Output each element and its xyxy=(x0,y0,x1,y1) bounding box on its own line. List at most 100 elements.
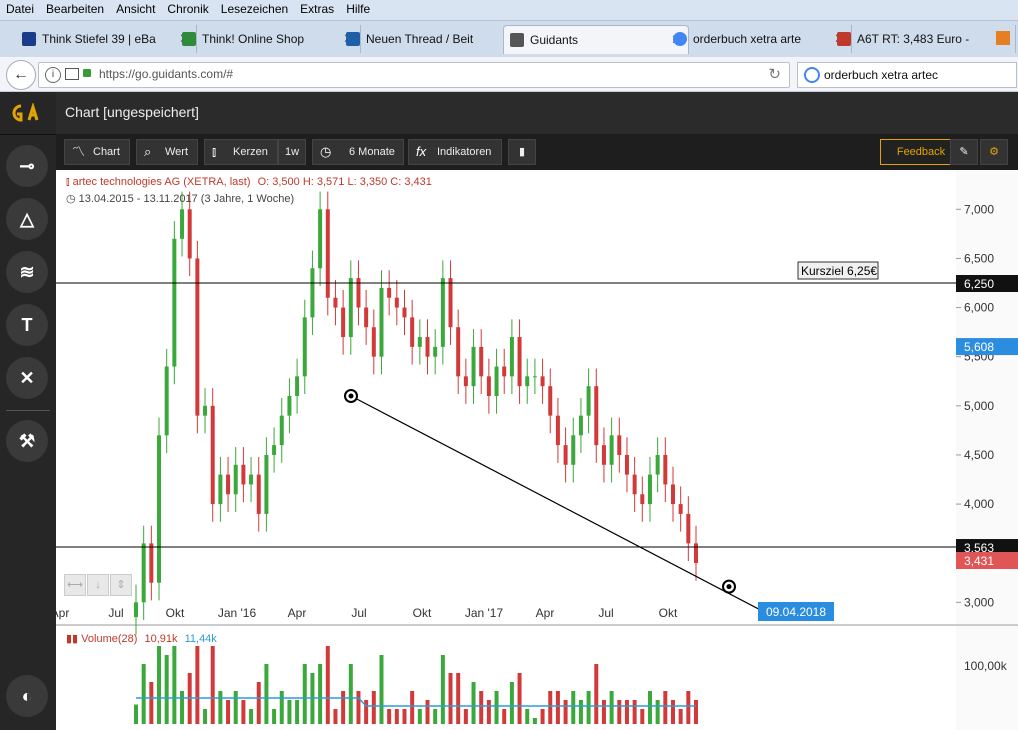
volume-bar xyxy=(348,664,353,724)
candles-button[interactable]: ⫾ Kerzen xyxy=(204,139,278,165)
candle-body xyxy=(655,454,660,475)
indikatoren-label: Indikatoren xyxy=(437,146,492,158)
arrow-left-icon: ← xyxy=(13,66,29,83)
search-wert-button[interactable]: ⌕ Wert xyxy=(136,139,198,165)
search-engine-icon xyxy=(804,67,820,83)
candle-body xyxy=(640,494,645,505)
guidants-favicon-icon xyxy=(510,33,524,47)
back-button[interactable]: ← xyxy=(6,60,36,90)
menu-bearbeiten[interactable]: Bearbeiten xyxy=(40,0,110,16)
y-tick-label: 4,500 xyxy=(964,448,994,462)
indicators-button[interactable]: fx Indikatoren xyxy=(408,139,502,165)
x-tick-label: Okt xyxy=(413,606,432,620)
menu-extras[interactable]: Extras xyxy=(294,0,340,16)
ohlc-values: O: 3,500 H: 3,571 L: 3,350 C: 3,431 xyxy=(257,176,432,188)
bookmark-button[interactable]: ▮ xyxy=(508,139,536,165)
interval-label: 1w xyxy=(284,146,300,158)
theme-toggle-icon[interactable]: ◐ xyxy=(6,675,48,717)
fibonacci-tool-icon[interactable]: ≋ xyxy=(6,251,48,293)
candle-body xyxy=(302,317,307,377)
volume-bar xyxy=(264,664,269,724)
settings-vertical-button[interactable]: ⇕ xyxy=(110,574,132,596)
menu-datei[interactable]: Datei xyxy=(0,0,40,16)
volume-bar xyxy=(640,709,645,724)
volume-bar xyxy=(663,691,668,724)
volume-bar xyxy=(555,691,560,724)
tab-ebay[interactable]: Think Stiefel 39 | eBa ✕ xyxy=(16,25,197,53)
candle-body xyxy=(479,346,484,377)
trend-handle-end-dot xyxy=(726,584,732,590)
x-tick-label: Okt xyxy=(166,606,185,620)
candle-body xyxy=(609,435,614,465)
fit-horizontal-button[interactable]: ⟷ xyxy=(64,574,86,596)
volume-bar xyxy=(180,691,185,724)
tab-guidants[interactable]: Guidants ✕ xyxy=(503,25,689,54)
candle-body xyxy=(694,543,698,564)
tab-think-shop[interactable]: Think! Online Shop ✕ xyxy=(176,25,361,53)
volume-bar xyxy=(494,691,499,724)
volume-icon: ▮▮ xyxy=(66,633,79,645)
guidants-logo-icon[interactable] xyxy=(9,103,45,123)
volume-axis-label: 100,00k xyxy=(964,659,1008,673)
time-range-button[interactable]: ◷ 6 Monate xyxy=(312,139,404,165)
candle-body xyxy=(686,513,691,544)
more-tabs-icon[interactable] xyxy=(996,31,1010,45)
chart-legend-name: ⫾ artec technologies AG (XETRA, last) O:… xyxy=(66,176,432,189)
volume-bar xyxy=(502,709,507,724)
volume-bar xyxy=(540,709,545,724)
candle-body xyxy=(410,317,415,347)
price-chart[interactable]: 7,0006,5006,0005,5005,0004,5004,0003,000… xyxy=(56,170,1018,730)
line-tool-icon[interactable]: ⊸ xyxy=(6,145,48,187)
tab-label: Neuen Thread / Beit xyxy=(366,32,474,46)
tab-finanzen[interactable]: A6T RT: 3,483 Euro - ✕ xyxy=(831,25,1016,53)
price-label-marker: 5,608 xyxy=(964,340,994,354)
widget-header: Chart [ungespeichert] xyxy=(56,92,1018,135)
candle-body xyxy=(187,209,192,259)
price-label-top: 6,250 xyxy=(964,277,994,291)
volume-bar xyxy=(594,664,599,724)
candle-body xyxy=(456,327,461,377)
candle-body xyxy=(325,209,330,298)
volume-bar xyxy=(670,700,675,724)
x-tick-label: Jul xyxy=(108,606,123,620)
y-tick-label: 7,000 xyxy=(964,202,994,216)
menu-chronik[interactable]: Chronik xyxy=(161,0,214,16)
url-text: https://go.guidants.com/# xyxy=(99,67,234,81)
volume-bar xyxy=(195,646,200,724)
volume-bar xyxy=(532,718,537,724)
tab-neuen-thread[interactable]: Neuen Thread / Beit ✕ xyxy=(340,25,525,53)
triangle-tool-icon[interactable]: △ xyxy=(6,198,48,240)
chart-type-button[interactable]: 〽 Chart xyxy=(64,139,130,165)
candle-body xyxy=(264,454,269,514)
x-tick-label: Jan '17 xyxy=(465,606,504,620)
url-bar[interactable]: i https://go.guidants.com/# ↻ xyxy=(38,62,790,88)
candle-body xyxy=(256,474,261,514)
reload-icon[interactable]: ↻ xyxy=(768,65,781,83)
chart-legend-range: ◷ 13.04.2015 - 13.11.2017 (3 Jahre, 1 Wo… xyxy=(66,192,294,205)
tab-google[interactable]: orderbuch xetra arte ✕ xyxy=(667,25,852,53)
draw-button[interactable]: ✎ xyxy=(950,139,978,165)
volume-bar xyxy=(509,682,514,724)
menu-hilfe[interactable]: Hilfe xyxy=(340,0,376,16)
volume-legend: ▮▮ Volume(28) 10,91k 11,44k xyxy=(66,632,217,645)
search-input[interactable]: orderbuch xetra artec xyxy=(797,62,1017,88)
menu-lesezeichen[interactable]: Lesezeichen xyxy=(215,0,294,16)
browser-menubar: Datei Bearbeiten Ansicht Chronik Lesezeichen… xyxy=(0,0,1018,21)
menu-ansicht[interactable]: Ansicht xyxy=(110,0,161,16)
volume-bar xyxy=(233,691,238,724)
info-icon[interactable]: i xyxy=(45,67,61,83)
volume-bar xyxy=(617,700,622,724)
candle-body xyxy=(525,376,530,387)
settings-button[interactable]: ⚙ xyxy=(980,139,1008,165)
text-tool-icon[interactable]: T xyxy=(6,304,48,346)
fx-icon: fx xyxy=(416,144,427,159)
volume-bar xyxy=(479,691,484,724)
candle-body xyxy=(563,445,568,465)
search-text: orderbuch xetra artec xyxy=(824,68,939,82)
tools-icon[interactable]: ⚒ xyxy=(6,420,48,462)
shapes-tool-icon[interactable]: ✕ xyxy=(6,357,48,399)
candle-body xyxy=(226,474,231,495)
download-button[interactable]: ↓ xyxy=(87,574,109,596)
candle-body xyxy=(279,415,284,446)
interval-button[interactable]: 1w xyxy=(278,139,306,165)
